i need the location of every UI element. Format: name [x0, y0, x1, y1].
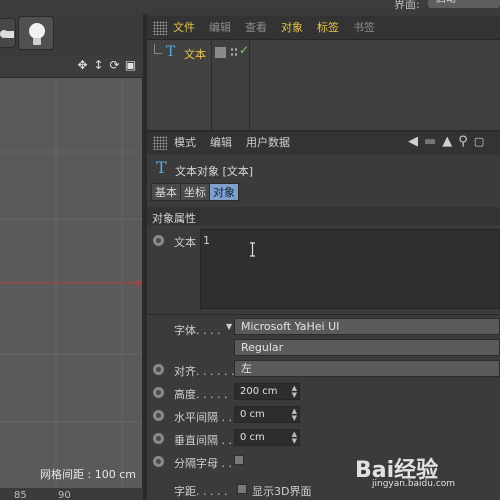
attribute-title: 文本对象 [文本]: [175, 165, 254, 178]
font-family-select[interactable]: Microsoft YaHei UI: [234, 318, 500, 335]
text-object-icon: T: [156, 158, 167, 177]
menu-user-data[interactable]: 用户数据: [246, 132, 290, 154]
divider: [147, 314, 500, 315]
menu-mode[interactable]: 模式: [174, 132, 196, 154]
search-icon[interactable]: ⚲: [458, 134, 468, 150]
tree-line: [154, 44, 162, 54]
maximize-icon[interactable]: ▣: [124, 59, 137, 72]
frame-marker: 90: [58, 490, 71, 500]
object-name[interactable]: 文本: [184, 46, 206, 62]
forward-arrow-icon[interactable]: ▬: [424, 134, 436, 150]
vspace-input[interactable]: 0 cm ▲ ▼: [234, 429, 300, 446]
font-style-select[interactable]: Regular: [234, 339, 500, 356]
menu-tags[interactable]: 标签: [317, 16, 339, 40]
menu-file[interactable]: 文件: [173, 16, 195, 40]
layout-select[interactable]: 启动: [428, 0, 500, 8]
stepper-icon[interactable]: ▲ ▼: [292, 385, 297, 399]
section-header: [147, 207, 500, 225]
hspace-anim-radio[interactable]: [153, 410, 164, 421]
text-label: 文本: [174, 236, 196, 249]
show-3d-label: 显示3D界面: [252, 485, 312, 498]
zoom-icon[interactable]: ↕: [92, 59, 105, 72]
hspace-value: 0 cm: [240, 409, 265, 420]
font-label: 字体. . . .: [174, 324, 221, 337]
stepper-icon[interactable]: ▲ ▼: [292, 408, 297, 422]
separate-anim-radio[interactable]: [153, 456, 164, 467]
top-strip: [0, 0, 500, 14]
visibility-dots-icon[interactable]: [230, 47, 238, 58]
enabled-check-icon[interactable]: ✓: [239, 43, 249, 57]
object-manager-menubar: 文件 编辑 查看 对象 标签 书签: [147, 16, 500, 40]
show-3d-checkbox[interactable]: [237, 484, 247, 494]
attribute-nav: ◀ ▬ ▲ ⚲ ▢: [408, 134, 484, 150]
viewport-nav-icons: ✥ ↕ ⟳ ▣: [76, 59, 137, 75]
section-title: 对象属性: [152, 212, 196, 225]
align-select[interactable]: 左: [234, 360, 500, 377]
back-arrow-icon[interactable]: ◀: [408, 134, 418, 150]
separate-letters-label: 分隔字母 . .: [174, 457, 232, 470]
light-icon[interactable]: [18, 16, 54, 50]
tab-basic[interactable]: 基本: [151, 183, 181, 201]
text-input[interactable]: [200, 229, 500, 309]
frame-marker: 85: [14, 490, 27, 500]
height-anim-radio[interactable]: [153, 387, 164, 398]
menu-objects[interactable]: 对象: [281, 16, 303, 40]
text-value[interactable]: 1: [203, 234, 210, 247]
hspace-label: 水平间隔 . .: [174, 411, 232, 424]
grip-icon[interactable]: [153, 21, 167, 35]
move-icon[interactable]: ✥: [76, 59, 89, 72]
align-label: 对齐. . . . . .: [174, 365, 235, 378]
watermark-url: jingyan.baidu.com: [372, 479, 456, 489]
up-arrow-icon[interactable]: ▲: [442, 134, 452, 150]
separate-letters-checkbox[interactable]: [234, 455, 244, 465]
stepper-icon[interactable]: ▲ ▼: [292, 431, 297, 445]
menu-bookmarks[interactable]: 书签: [353, 16, 375, 40]
kerning-label: 字距. . . . .: [174, 485, 228, 498]
grip-icon[interactable]: [153, 136, 167, 150]
vspace-anim-radio[interactable]: [153, 433, 164, 444]
tab-object[interactable]: 对象: [209, 183, 239, 201]
vspace-value: 0 cm: [240, 432, 265, 443]
ibeam-cursor-icon: [249, 242, 256, 257]
menu-edit[interactable]: 编辑: [209, 16, 231, 40]
menu-view[interactable]: 查看: [245, 16, 267, 40]
text-anim-radio[interactable]: [153, 235, 164, 246]
hspace-input[interactable]: 0 cm ▲ ▼: [234, 406, 300, 423]
height-label: 高度. . . . .: [174, 388, 228, 401]
tab-coord[interactable]: 坐标: [180, 183, 210, 201]
height-input[interactable]: 200 cm ▲ ▼: [234, 383, 300, 400]
lock-icon[interactable]: ▢: [474, 134, 484, 150]
menu-edit[interactable]: 编辑: [210, 132, 232, 154]
camera-icon[interactable]: [0, 18, 16, 48]
viewport[interactable]: 网格间距 : 100 cm: [0, 78, 143, 488]
height-value: 200 cm: [240, 386, 278, 397]
layout-label: 界面:: [394, 0, 420, 11]
grid-spacing-label: 网格间距 : 100 cm: [40, 468, 136, 481]
text-object-icon: T: [166, 44, 176, 60]
align-anim-radio[interactable]: [153, 364, 164, 375]
edit-state-icon[interactable]: [215, 47, 226, 58]
dropdown-arrow-icon[interactable]: ▼: [226, 322, 232, 331]
rotate-icon[interactable]: ⟳: [108, 59, 121, 72]
vspace-label: 垂直间隔 . .: [174, 434, 232, 447]
